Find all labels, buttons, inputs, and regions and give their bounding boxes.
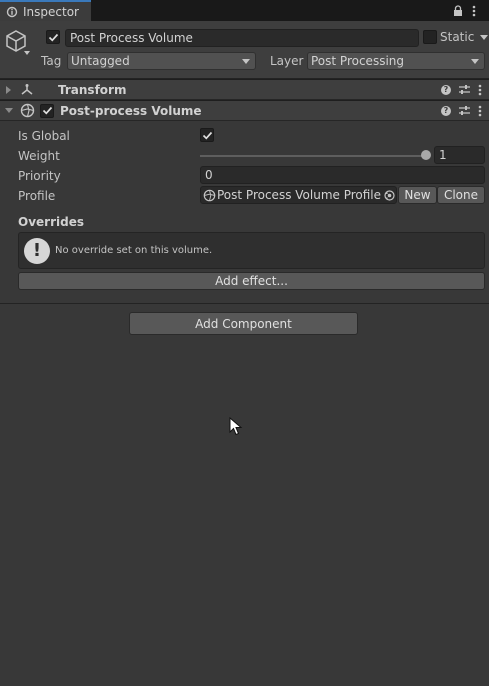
transform-header[interactable]: Transform ? (0, 79, 489, 100)
add-effect-button[interactable]: Add effect... (18, 272, 485, 290)
priority-field[interactable]: 0 (200, 166, 485, 184)
new-button-label: New (404, 188, 431, 202)
foldout-arrow-icon[interactable] (5, 108, 13, 113)
chevron-down-icon (471, 58, 479, 64)
tag-value: Untagged (71, 54, 130, 68)
volume-header-icons: ? (441, 101, 482, 120)
new-profile-button[interactable]: New (398, 186, 437, 204)
transform-title: Transform (58, 82, 127, 97)
cube-icon (6, 30, 30, 55)
weight-field[interactable]: 1 (434, 146, 485, 164)
profile-label: Profile (18, 189, 56, 203)
object-name-text: Post Process Volume (70, 31, 193, 45)
cursor-icon (229, 417, 243, 436)
weight-value: 1 (439, 148, 447, 162)
priority-value: 0 (205, 168, 213, 182)
add-component-button[interactable]: Add Component (129, 312, 358, 335)
chevron-down-icon (242, 58, 250, 64)
static-dropdown[interactable]: Static (440, 30, 489, 44)
foldout-arrow-icon[interactable] (6, 85, 11, 94)
help-icon[interactable]: ? (441, 105, 451, 116)
help-icon[interactable]: ? (441, 84, 451, 95)
is-global-label: Is Global (18, 129, 70, 143)
overrides-help-box: ! No override set on this volume. (18, 232, 485, 269)
layer-dropdown[interactable]: Post Processing (307, 52, 485, 70)
volume-enabled-checkbox[interactable] (40, 103, 54, 118)
weight-slider-track[interactable] (200, 155, 426, 157)
layer-value: Post Processing (311, 54, 404, 68)
overrides-message: No override set on this volume. (55, 245, 213, 256)
profile-field[interactable]: Post Process Volume Profile : (200, 186, 397, 204)
menu-icon[interactable] (472, 0, 476, 21)
divider (0, 303, 489, 304)
transform-icon (21, 83, 33, 95)
warning-icon: ! (24, 237, 50, 264)
add-effect-label: Add effect... (215, 274, 288, 288)
layer-label: Layer (270, 54, 304, 68)
tag-label: Tag (41, 54, 62, 68)
lock-icon[interactable] (452, 0, 464, 21)
chevron-down-icon (480, 34, 489, 40)
static-label: Static (440, 30, 475, 44)
clone-button-label: Clone (443, 188, 479, 202)
is-global-checkbox[interactable] (200, 128, 214, 142)
object-picker-icon[interactable] (384, 190, 395, 201)
object-name-field[interactable]: Post Process Volume (65, 29, 419, 47)
tag-dropdown[interactable]: Untagged (67, 52, 256, 70)
weight-label: Weight (18, 149, 60, 163)
priority-label: Priority (18, 169, 61, 183)
tab-label: Inspector (23, 4, 79, 19)
add-component-label: Add Component (195, 316, 292, 331)
weight-slider-thumb[interactable] (421, 150, 431, 160)
static-checkbox[interactable] (423, 30, 437, 44)
clone-profile-button[interactable]: Clone (437, 186, 485, 204)
preset-icon[interactable] (459, 84, 470, 95)
active-checkbox[interactable] (46, 30, 60, 44)
menu-icon[interactable] (478, 84, 482, 96)
tab-bar: Inspector (0, 0, 489, 21)
overrides-title: Overrides (18, 215, 84, 229)
volume-profile-icon (203, 189, 216, 201)
volume-header[interactable]: Post-process Volume ? (0, 100, 489, 121)
transform-header-icons: ? (441, 80, 482, 99)
tab-inspector[interactable]: Inspector (0, 0, 91, 21)
volume-title: Post-process Volume (60, 103, 202, 118)
preset-icon[interactable] (459, 105, 470, 116)
inspector-icon (6, 6, 18, 17)
profile-value: Post Process Volume Profile : (217, 188, 389, 202)
menu-icon[interactable] (478, 105, 482, 117)
volume-icon (20, 103, 35, 118)
